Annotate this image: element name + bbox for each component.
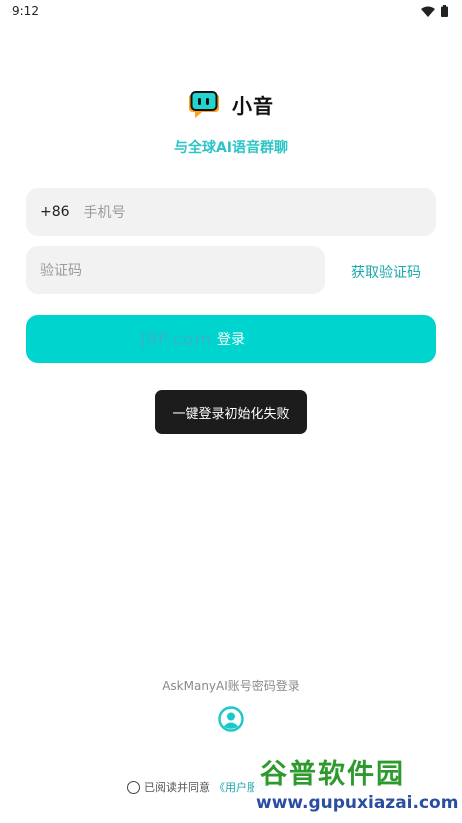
agreement-text: 已阅读并同意 xyxy=(144,781,210,794)
app-header: 小音 xyxy=(0,90,462,119)
chat-bubble-logo-icon xyxy=(189,90,219,118)
battery-icon xyxy=(441,5,448,17)
agreement-row: 已阅读并同意 《用户服务 xyxy=(127,779,269,795)
account-password-login-link[interactable]: AskManyAI账号密码登录 xyxy=(0,677,462,694)
user-circle-icon[interactable] xyxy=(218,706,244,732)
toast-message: 一键登录初始化失败 xyxy=(172,406,290,422)
get-code-button[interactable]: 获取验证码 xyxy=(351,262,421,282)
login-button-label: 登录 xyxy=(217,332,245,348)
login-button[interactable]: 登录 xyxy=(26,315,436,363)
phone-input[interactable]: 手机号 xyxy=(84,202,126,222)
watermark-brand: 谷普软件园 xyxy=(260,759,405,790)
status-bar: 9:12 xyxy=(0,0,462,24)
agreement-checkbox[interactable] xyxy=(127,780,140,794)
site-watermark: 谷普软件园 www.gupuxiazai.com xyxy=(254,748,462,823)
verification-code-input[interactable]: 验证码 xyxy=(40,260,82,280)
app-slogan: 与全球AI语音群聊 xyxy=(173,140,289,156)
watermark-text: J9P.com xyxy=(140,330,213,350)
status-icons xyxy=(421,5,448,17)
country-code[interactable]: +86 xyxy=(40,204,70,220)
status-time: 9:12 xyxy=(12,4,39,18)
wifi-icon xyxy=(421,6,435,17)
app-name: 小音 xyxy=(232,94,274,118)
verification-code-field[interactable]: 验证码 xyxy=(26,246,325,294)
watermark-url: www.gupuxiazai.com xyxy=(256,793,459,813)
toast: 一键登录初始化失败 xyxy=(155,390,307,434)
phone-field[interactable]: +86 手机号 xyxy=(26,188,436,236)
